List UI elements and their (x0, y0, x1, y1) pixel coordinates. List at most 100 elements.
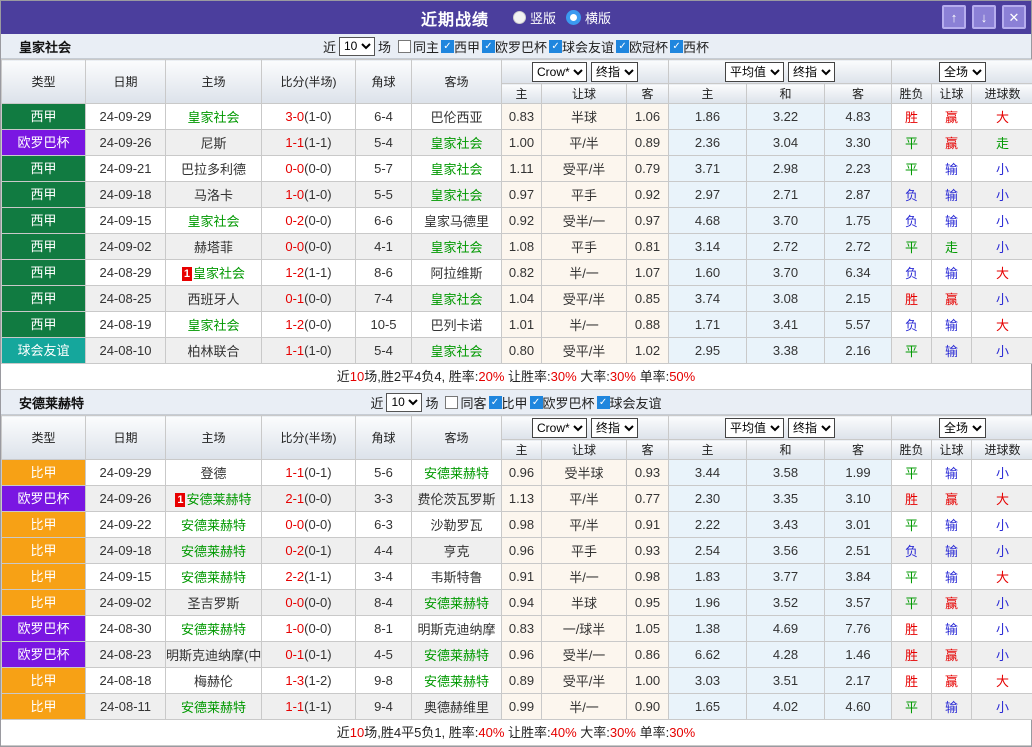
home-team-name: 安德莱赫特 (181, 544, 246, 559)
avg-away: 3.10 (825, 486, 892, 512)
away-team[interactable]: 安德莱赫特 (412, 460, 502, 486)
league-filter-checkbox[interactable]: ✓ (530, 396, 543, 409)
same-venue-checkbox[interactable] (445, 396, 458, 409)
away-team[interactable]: 阿拉维斯 (412, 260, 502, 286)
home-team[interactable]: 马洛卡 (166, 182, 262, 208)
home-team[interactable]: 皇家社会 (166, 312, 262, 338)
scope-select[interactable]: 全场 (939, 418, 986, 438)
away-team[interactable]: 皇家社会 (412, 156, 502, 182)
result-goals: 大 (972, 104, 1032, 130)
score-cell: 3-0(1-0) (262, 104, 356, 130)
home-team[interactable]: 安德莱赫特 (166, 512, 262, 538)
away-team[interactable]: 皇家社会 (412, 130, 502, 156)
home-team[interactable]: 梅赫伦 (166, 668, 262, 694)
final-odds-select-2[interactable]: 终指 (788, 62, 835, 82)
corners-cell: 6-4 (356, 104, 412, 130)
away-team-name: 明斯克迪纳摩 (417, 622, 495, 637)
away-team[interactable]: 安德莱赫特 (412, 642, 502, 668)
odds-home: 1.11 (502, 156, 542, 182)
away-team[interactable]: 巴列卡诺 (412, 312, 502, 338)
home-team[interactable]: 尼斯 (166, 130, 262, 156)
result-outcome: 平 (892, 130, 932, 156)
final-odds-select[interactable]: 终指 (591, 62, 638, 82)
corners-cell: 3-4 (356, 564, 412, 590)
match-date: 24-09-26 (86, 486, 166, 512)
match-row: 欧罗巴杯 24-08-30 安德莱赫特 1-0(0-0) 8-1 明斯克迪纳摩 … (2, 616, 1032, 642)
final-odds-select[interactable]: 终指 (591, 418, 638, 438)
match-date: 24-09-21 (86, 156, 166, 182)
away-team[interactable]: 费伦茨瓦罗斯 (412, 486, 502, 512)
average-odds-select[interactable]: 平均值 (725, 62, 784, 82)
away-team[interactable]: 安德莱赫特 (412, 668, 502, 694)
home-team[interactable]: 巴拉多利德 (166, 156, 262, 182)
home-team[interactable]: 安德莱赫特 (166, 564, 262, 590)
home-team[interactable]: 圣吉罗斯 (166, 590, 262, 616)
away-team[interactable]: 沙勒罗瓦 (412, 512, 502, 538)
odds-away: 0.97 (627, 208, 669, 234)
league-filter-checkbox[interactable]: ✓ (549, 40, 562, 53)
league-filter-checkbox[interactable]: ✓ (489, 396, 502, 409)
home-team[interactable]: 皇家社会 (166, 104, 262, 130)
halftime-score: (0-1) (304, 647, 331, 662)
home-team[interactable]: 柏林联合 (166, 338, 262, 364)
home-team[interactable]: 赫塔菲 (166, 234, 262, 260)
same-venue-checkbox[interactable] (398, 40, 411, 53)
away-team[interactable]: 皇家马德里 (412, 208, 502, 234)
away-team[interactable]: 皇家社会 (412, 286, 502, 312)
average-odds-select[interactable]: 平均值 (725, 418, 784, 438)
away-team-name: 巴伦西亚 (430, 110, 482, 125)
layout-radio-horizontal[interactable] (566, 10, 581, 25)
summary-segment: 30% (669, 725, 695, 740)
match-count-select[interactable]: 10 (339, 37, 375, 56)
result-outcome: 胜 (892, 486, 932, 512)
home-team[interactable]: 1安德莱赫特 (166, 486, 262, 512)
bookmaker-select[interactable]: Crow* (532, 418, 587, 438)
final-odds-select-2[interactable]: 终指 (788, 418, 835, 438)
away-team-name: 皇家马德里 (424, 214, 489, 229)
league-cell: 欧罗巴杯 (2, 642, 86, 668)
away-team[interactable]: 皇家社会 (412, 338, 502, 364)
match-count-select[interactable]: 10 (386, 393, 422, 412)
league-filter-checkbox[interactable]: ✓ (441, 40, 454, 53)
odds-away: 1.06 (627, 104, 669, 130)
layout-radio-vertical[interactable] (513, 11, 526, 24)
home-team[interactable]: 西班牙人 (166, 286, 262, 312)
close-button[interactable]: ✕ (1002, 5, 1026, 29)
away-team[interactable]: 皇家社会 (412, 234, 502, 260)
away-team-name: 皇家社会 (430, 136, 482, 151)
avg-home: 1.83 (669, 564, 747, 590)
home-team-name: 安德莱赫特 (181, 622, 246, 637)
away-team[interactable]: 韦斯特鲁 (412, 564, 502, 590)
away-team[interactable]: 亨克 (412, 538, 502, 564)
league-cell: 欧罗巴杯 (2, 130, 86, 156)
away-team[interactable]: 皇家社会 (412, 182, 502, 208)
sub-header-avg-home: 主 (669, 84, 747, 104)
home-team[interactable]: 明斯克迪纳摩(中) (166, 642, 262, 668)
home-team[interactable]: 安德莱赫特 (166, 538, 262, 564)
away-team[interactable]: 巴伦西亚 (412, 104, 502, 130)
scope-select[interactable]: 全场 (939, 62, 986, 82)
result-handicap: 赢 (932, 590, 972, 616)
avg-draw: 3.77 (747, 564, 825, 590)
league-filter-checkbox[interactable]: ✓ (482, 40, 495, 53)
home-team-name: 安德莱赫特 (181, 700, 246, 715)
home-team[interactable]: 登德 (166, 460, 262, 486)
away-team[interactable]: 奥德赫维里 (412, 694, 502, 720)
home-team[interactable]: 安德莱赫特 (166, 616, 262, 642)
move-up-button[interactable]: ↑ (942, 5, 966, 29)
league-filter-checkbox[interactable]: ✓ (670, 40, 683, 53)
match-row: 比甲 24-09-22 安德莱赫特 0-0(0-0) 6-3 沙勒罗瓦 0.98… (2, 512, 1032, 538)
bookmaker-select[interactable]: Crow* (532, 62, 587, 82)
odds-handicap: 半/一 (542, 260, 627, 286)
odds-away: 0.88 (627, 312, 669, 338)
home-team[interactable]: 1皇家社会 (166, 260, 262, 286)
home-team[interactable]: 安德莱赫特 (166, 694, 262, 720)
move-down-button[interactable]: ↓ (972, 5, 996, 29)
league-cell: 欧罗巴杯 (2, 616, 86, 642)
home-team[interactable]: 皇家社会 (166, 208, 262, 234)
league-filter-checkbox[interactable]: ✓ (597, 396, 610, 409)
away-team[interactable]: 安德莱赫特 (412, 590, 502, 616)
sub-header-goals-result: 进球数 (972, 440, 1032, 460)
away-team[interactable]: 明斯克迪纳摩 (412, 616, 502, 642)
league-filter-checkbox[interactable]: ✓ (616, 40, 629, 53)
